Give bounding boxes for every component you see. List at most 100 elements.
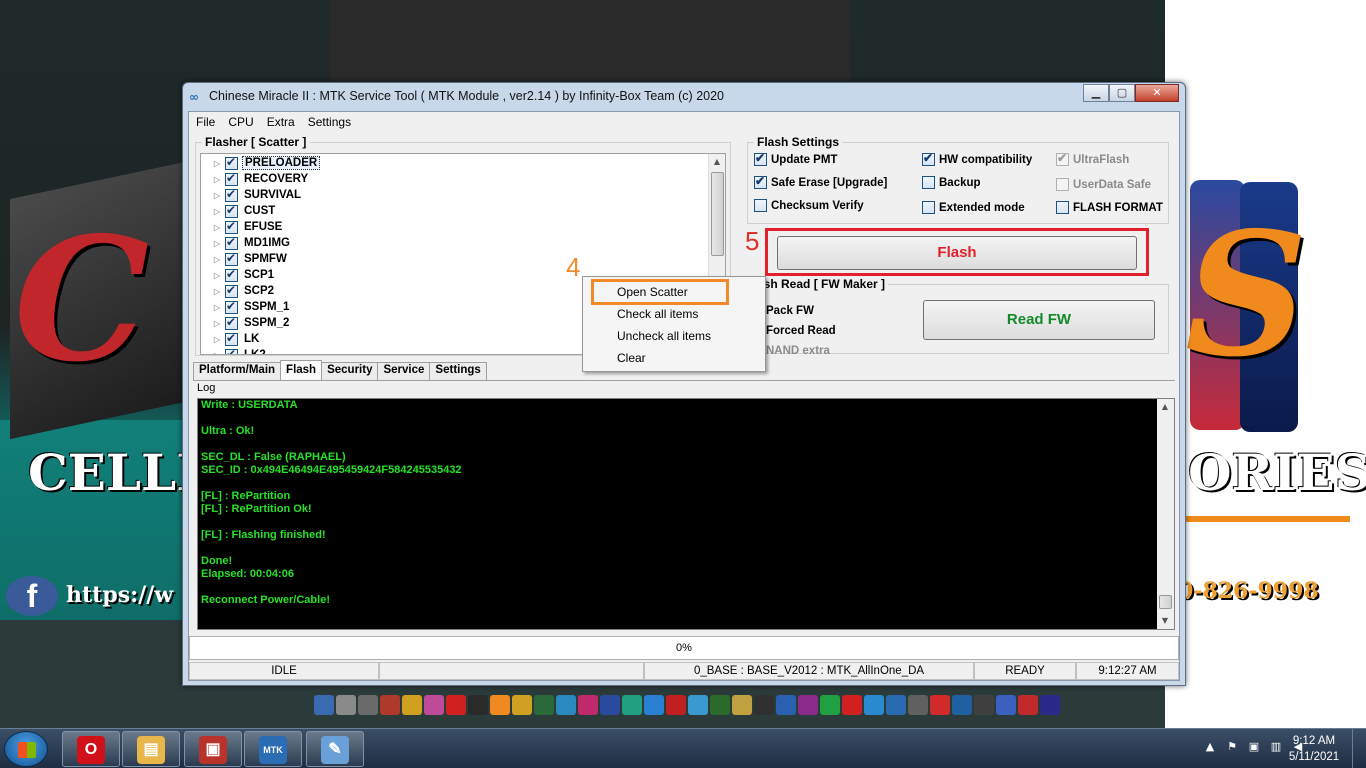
checkbox-checked-icon[interactable] xyxy=(225,283,238,298)
scatter-item[interactable]: ▷ LK xyxy=(201,331,261,347)
taskbar-clock[interactable]: 9:12 AM 5/11/2021 xyxy=(1284,733,1344,765)
forced-read-label[interactable]: Forced Read xyxy=(766,325,836,337)
userdata-safe-checkbox[interactable]: UserData Safe xyxy=(1056,178,1151,191)
checkbox-checked-icon[interactable] xyxy=(225,171,238,186)
scatter-item[interactable]: ▷ CUST xyxy=(201,203,277,219)
backup-checkbox[interactable]: Backup xyxy=(922,176,981,189)
tray-device-icon[interactable]: ▣ xyxy=(1246,739,1262,755)
dock-app-icon[interactable] xyxy=(468,695,488,715)
expand-arrow-icon[interactable]: ▷ xyxy=(209,175,225,184)
scatter-item[interactable]: ▷ EFUSE xyxy=(201,219,284,235)
dock-app-icon[interactable] xyxy=(710,695,730,715)
dock-app-icon[interactable] xyxy=(776,695,796,715)
taskbar-app-paint[interactable]: ✎ xyxy=(306,731,364,767)
expand-arrow-icon[interactable]: ▷ xyxy=(209,303,225,312)
tab-service[interactable]: Service xyxy=(377,362,431,380)
menu-uncheck-all[interactable]: Uncheck all items xyxy=(585,325,763,347)
checkbox-checked-icon[interactable] xyxy=(225,299,238,314)
dock-app-icon[interactable] xyxy=(666,695,686,715)
menu-cpu[interactable]: CPU xyxy=(221,112,259,132)
dock-app-icon[interactable] xyxy=(446,695,466,715)
dock-app-icon[interactable] xyxy=(754,695,774,715)
expand-arrow-icon[interactable]: ▷ xyxy=(209,319,225,328)
scatter-item[interactable]: ▷ SCP2 xyxy=(201,283,276,299)
checksum-verify-checkbox[interactable]: Checksum Verify xyxy=(754,199,864,212)
dock-app-icon[interactable] xyxy=(1040,695,1060,715)
dock-app-icon[interactable] xyxy=(512,695,532,715)
checkbox-checked-icon[interactable] xyxy=(225,331,238,346)
dock-app-icon[interactable] xyxy=(996,695,1016,715)
scroll-down-icon[interactable]: ▼ xyxy=(1157,613,1173,629)
dock-app-icon[interactable] xyxy=(930,695,950,715)
taskbar-app-mtk[interactable]: MTK xyxy=(244,731,302,767)
expand-arrow-icon[interactable]: ▷ xyxy=(209,351,225,355)
menu-clear[interactable]: Clear xyxy=(585,347,763,369)
checkbox-checked-icon[interactable] xyxy=(225,315,238,330)
dock-app-icon[interactable] xyxy=(358,695,378,715)
dock-app-icon[interactable] xyxy=(842,695,862,715)
dock-app-icon[interactable] xyxy=(644,695,664,715)
log-scrollbar[interactable]: ▲ ▼ xyxy=(1157,399,1174,629)
close-button[interactable]: ✕ xyxy=(1135,84,1179,102)
maximize-button[interactable]: ▢ xyxy=(1109,84,1135,102)
dock-app-icon[interactable] xyxy=(864,695,884,715)
checkbox-checked-icon[interactable] xyxy=(225,219,238,234)
scroll-up-icon[interactable]: ▲ xyxy=(709,154,725,170)
dock-app-icon[interactable] xyxy=(424,695,444,715)
expand-arrow-icon[interactable]: ▷ xyxy=(209,255,225,264)
dock-app-icon[interactable] xyxy=(886,695,906,715)
dock-app-icon[interactable] xyxy=(732,695,752,715)
dock-app-icon[interactable] xyxy=(688,695,708,715)
menu-settings[interactable]: Settings xyxy=(301,112,357,132)
flash-format-checkbox[interactable]: FLASH FORMAT xyxy=(1056,201,1163,214)
window-titlebar[interactable]: ∞ Chinese Miracle II : MTK Service Tool … xyxy=(183,83,1185,111)
tab-platform-main[interactable]: Platform/Main xyxy=(193,362,282,380)
tray-expand-icon[interactable]: ▲ xyxy=(1202,739,1218,755)
log-output[interactable]: Write : USERDATA Ultra : Ok! SEC_DL : Fals… xyxy=(197,398,1175,630)
dock-app-icon[interactable] xyxy=(534,695,554,715)
checkbox-checked-icon[interactable] xyxy=(225,267,238,282)
scatter-item[interactable]: ▷ PRELOADER xyxy=(201,155,321,171)
dock-app-icon[interactable] xyxy=(600,695,620,715)
dock-app-icon[interactable] xyxy=(556,695,576,715)
dock-app-icon[interactable] xyxy=(1018,695,1038,715)
expand-arrow-icon[interactable]: ▷ xyxy=(209,287,225,296)
read-fw-button[interactable]: Read FW xyxy=(923,300,1155,340)
start-button[interactable] xyxy=(4,731,48,767)
taskbar-app-opera[interactable]: O xyxy=(62,731,120,767)
expand-arrow-icon[interactable]: ▷ xyxy=(209,239,225,248)
nand-extra-label[interactable]: NAND extra xyxy=(766,345,830,357)
checkbox-checked-icon[interactable] xyxy=(225,203,238,218)
scatter-item[interactable]: ▷ SPMFW xyxy=(201,251,289,267)
scatter-item[interactable]: ▷ RECOVERY xyxy=(201,171,310,187)
dock-app-icon[interactable] xyxy=(380,695,400,715)
tab-security[interactable]: Security xyxy=(321,362,379,380)
show-desktop-button[interactable] xyxy=(1352,729,1366,768)
minimize-button[interactable]: ▁ xyxy=(1083,84,1109,102)
dock-app-icon[interactable] xyxy=(798,695,818,715)
menu-extra[interactable]: Extra xyxy=(260,112,301,132)
checkbox-checked-icon[interactable] xyxy=(225,155,238,170)
expand-arrow-icon[interactable]: ▷ xyxy=(209,271,225,280)
taskbar-app-toolbox[interactable]: ▣ xyxy=(184,731,242,767)
tray-network-icon[interactable]: ▥ xyxy=(1268,739,1284,755)
expand-arrow-icon[interactable]: ▷ xyxy=(209,159,225,168)
dock-app-icon[interactable] xyxy=(314,695,334,715)
ultraflash-checkbox[interactable]: UltraFlash xyxy=(1056,151,1129,166)
dock-app-icon[interactable] xyxy=(974,695,994,715)
scroll-thumb[interactable] xyxy=(711,172,724,256)
tray-flag-icon[interactable]: ⚑ xyxy=(1224,739,1240,755)
dock-app-icon[interactable] xyxy=(622,695,642,715)
update-pmt-checkbox[interactable]: Update PMT xyxy=(754,151,837,166)
expand-arrow-icon[interactable]: ▷ xyxy=(209,223,225,232)
scatter-item[interactable]: ▷ MD1IMG xyxy=(201,235,292,251)
dock-app-icon[interactable] xyxy=(402,695,422,715)
taskbar-app-explorer[interactable]: ▤ xyxy=(122,731,180,767)
scatter-item[interactable]: ▷ SURVIVAL xyxy=(201,187,303,203)
expand-arrow-icon[interactable]: ▷ xyxy=(209,207,225,216)
scatter-item[interactable]: ▷ SSPM_1 xyxy=(201,299,291,315)
expand-arrow-icon[interactable]: ▷ xyxy=(209,191,225,200)
tab-flash[interactable]: Flash xyxy=(280,360,323,380)
checkbox-checked-icon[interactable] xyxy=(225,251,238,266)
scroll-up-icon[interactable]: ▲ xyxy=(1157,399,1173,415)
